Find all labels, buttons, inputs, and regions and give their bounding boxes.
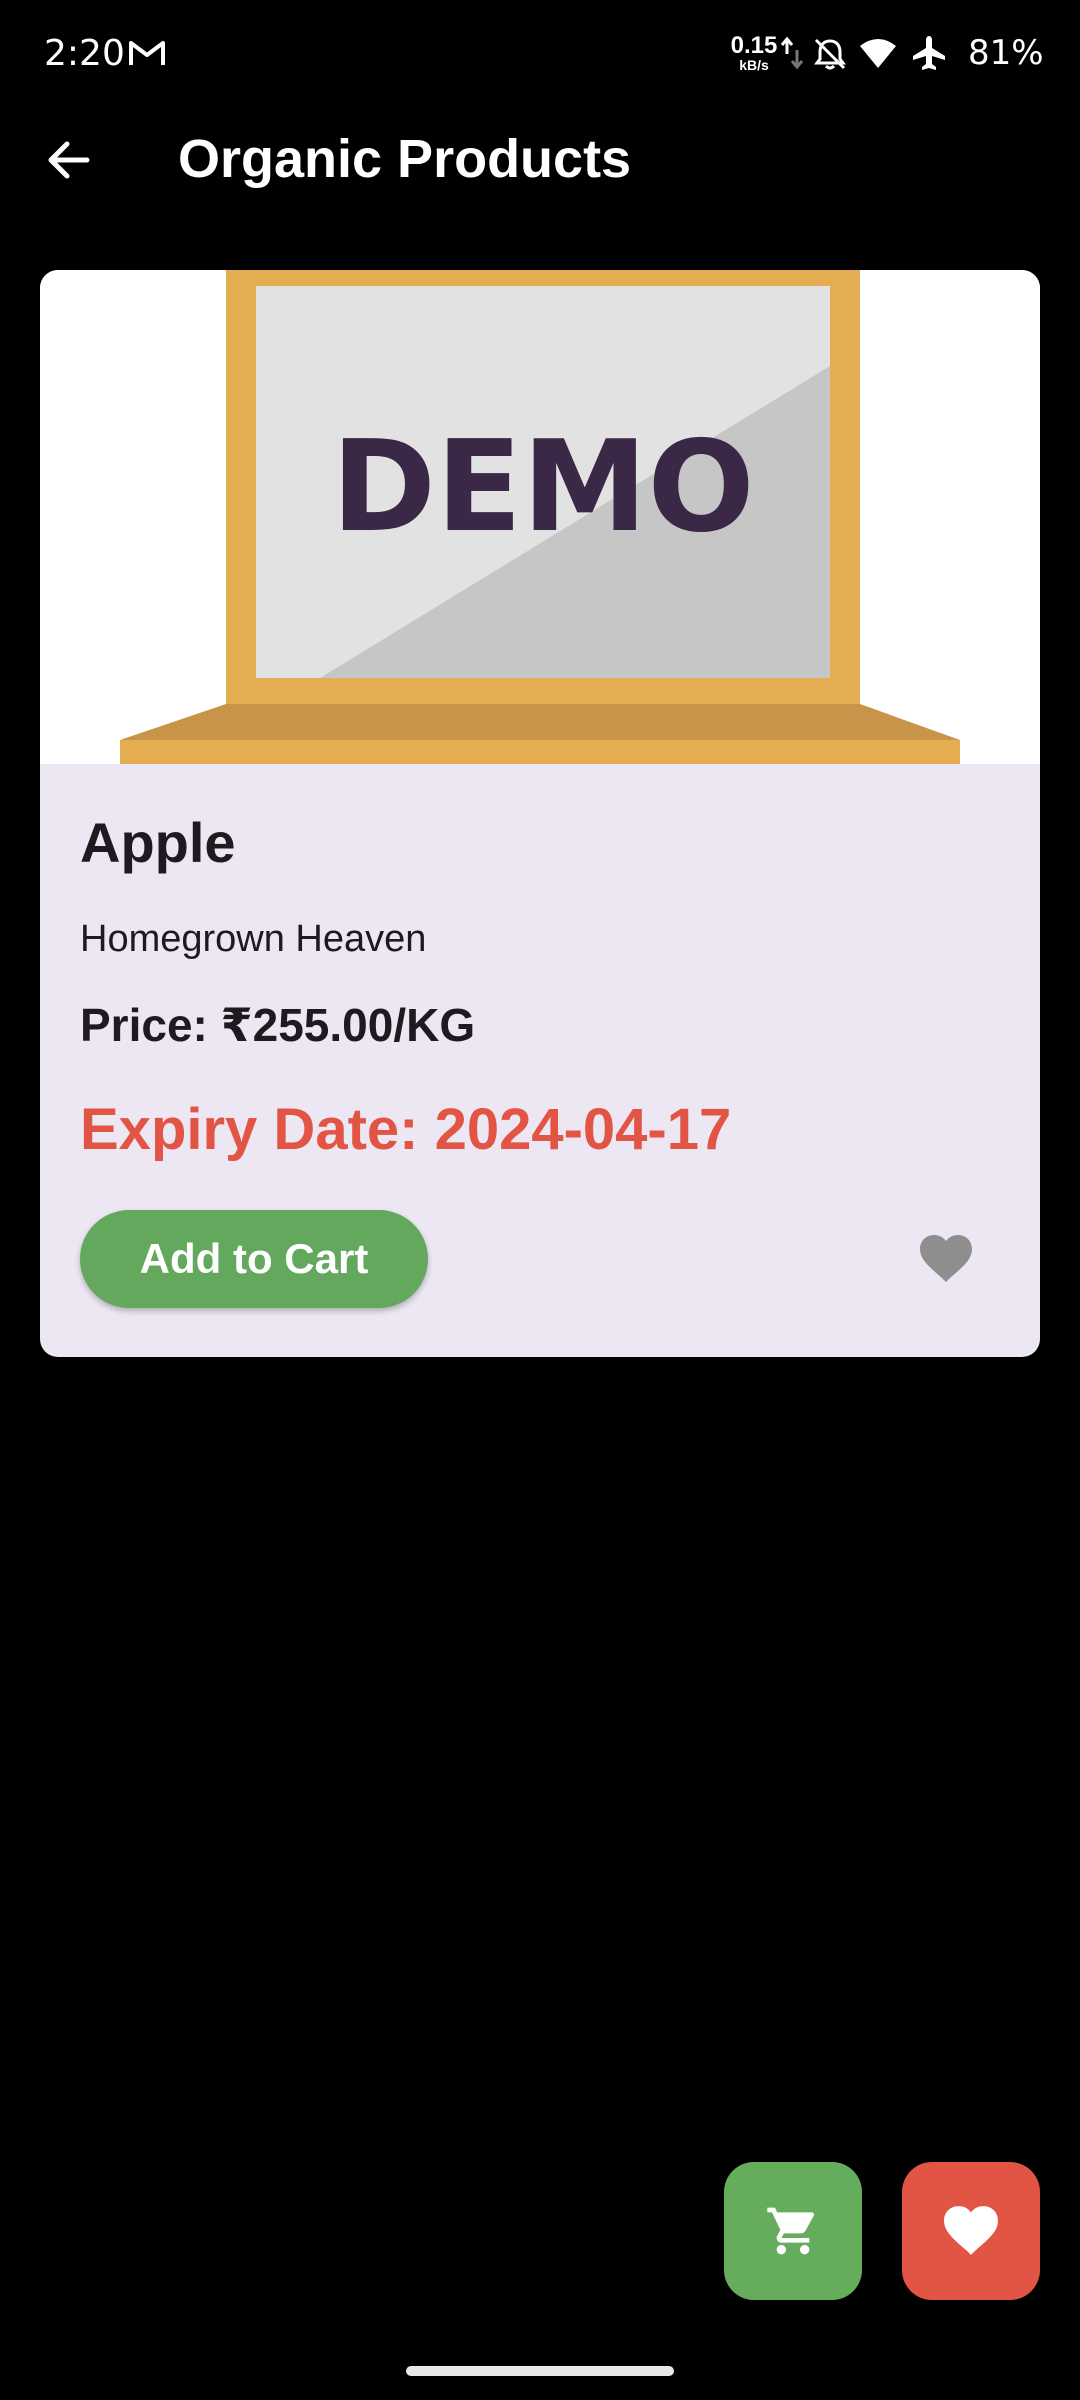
favorite-button[interactable] — [912, 1225, 980, 1293]
gmail-icon — [129, 41, 165, 65]
favorites-fab-button[interactable] — [902, 2162, 1040, 2300]
status-time: 2:20 — [44, 33, 125, 74]
network-speed-value: 0.15 — [730, 32, 778, 59]
product-expiry: Expiry Date: 2024-04-17 — [80, 1097, 732, 1162]
network-arrows-icon — [780, 36, 804, 70]
airplane-icon — [913, 36, 945, 70]
product-brand: Homegrown Heaven — [80, 918, 427, 960]
app-bar: Organic Products — [0, 108, 1080, 210]
heart-icon — [920, 1235, 972, 1282]
product-price: Price: ₹255.00/KG — [80, 999, 476, 1051]
product-image: DEMO — [40, 270, 1040, 764]
network-speed: 0.15 kB/s — [726, 32, 782, 73]
demo-laptop-image: DEMO — [120, 270, 960, 764]
battery-level: 81% — [968, 33, 1044, 73]
status-bar: 2:20 0.15 kB/s 81% — [0, 0, 1080, 108]
cart-icon — [767, 2207, 815, 2255]
product-card[interactable]: DEMO Apple Homegrown Heaven Price: ₹255.… — [40, 270, 1040, 1357]
add-to-cart-button[interactable]: Add to Cart — [80, 1210, 428, 1308]
arrow-back-icon — [48, 141, 90, 179]
network-speed-unit: kB/s — [739, 57, 769, 73]
bell-off-icon — [814, 38, 846, 70]
wifi-icon — [860, 39, 896, 68]
cart-fab-button[interactable] — [724, 2162, 862, 2300]
page-title: Organic Products — [178, 129, 632, 189]
product-name: Apple — [80, 811, 236, 874]
heart-icon — [944, 2206, 998, 2255]
back-button[interactable] — [34, 130, 104, 190]
home-indicator[interactable] — [406, 2366, 674, 2376]
demo-image-text: DEMO — [331, 413, 754, 560]
